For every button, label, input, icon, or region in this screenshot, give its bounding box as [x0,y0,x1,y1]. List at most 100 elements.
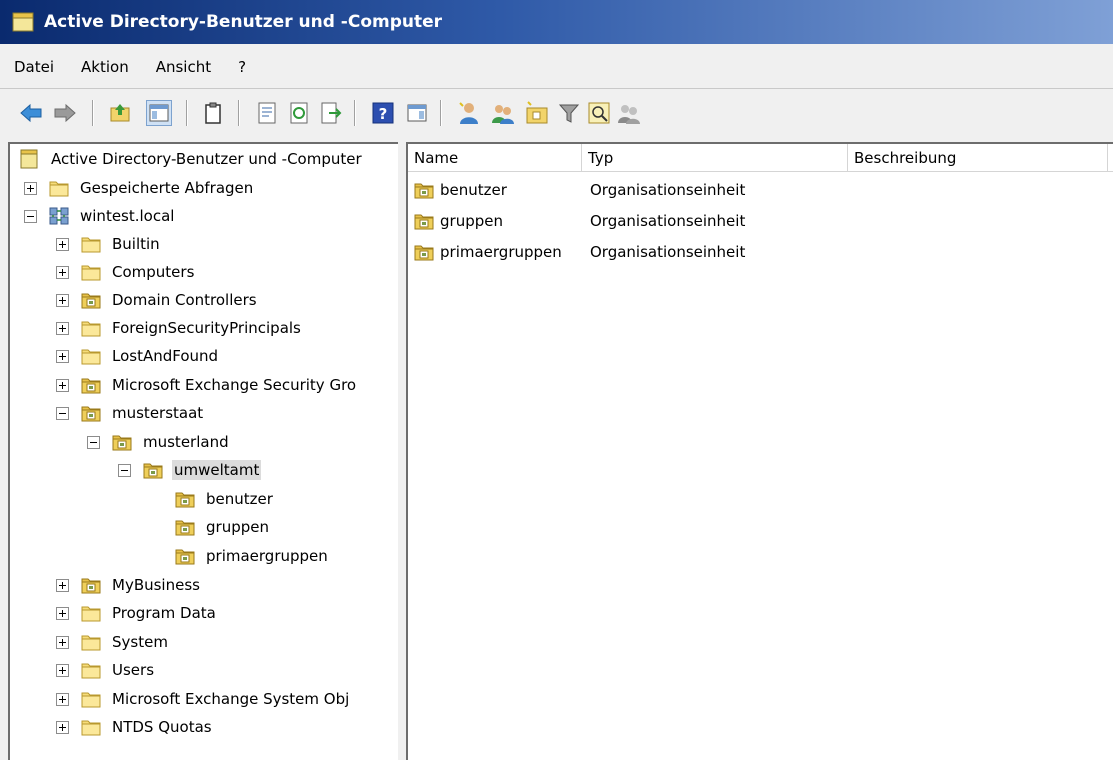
add-to-group-icon[interactable] [616,100,642,126]
column-header-type[interactable]: Typ [582,144,848,172]
tree-item-program-data[interactable]: Program Data [56,599,218,627]
toolbar-separator [238,100,240,126]
expand-icon[interactable] [56,606,69,620]
expand-icon[interactable] [24,181,37,195]
ou-icon [112,432,132,452]
tree-item-benutzer[interactable]: benutzer [175,485,275,513]
tree-item-label: Program Data [112,604,216,622]
collapse-icon[interactable] [118,463,131,477]
help-icon[interactable]: ? [370,100,396,126]
tree-item-label: Builtin [112,235,160,253]
tree-item-computers[interactable]: Computers [56,258,196,286]
refresh-icon[interactable] [286,100,312,126]
tree-item-label: benutzer [206,490,273,508]
tree-item-label: MyBusiness [112,576,200,594]
list-cell-name: benutzer [414,180,507,200]
export-list-icon[interactable] [318,100,344,126]
menu-datei[interactable]: Datei [14,58,54,76]
expand-icon[interactable] [56,321,69,335]
expand-icon[interactable] [56,237,69,251]
new-ou-icon[interactable] [524,100,550,126]
action-pane-icon[interactable] [404,100,430,126]
up-folder-icon[interactable] [108,100,134,126]
expand-icon[interactable] [56,663,69,677]
tree-item-mybusiness[interactable]: MyBusiness [56,571,202,599]
svg-text:?: ? [379,105,388,123]
tree-item-label: NTDS Quotas [112,718,212,736]
ou-icon [414,211,434,231]
collapse-icon[interactable] [56,406,69,420]
expand-icon[interactable] [56,692,69,706]
folder-icon [81,689,101,709]
console-tree[interactable]: Active Directory-Benutzer und -Computer … [8,142,398,760]
toolbar-separator [92,100,94,126]
tree-item-foreignsecurityprincipals[interactable]: ForeignSecurityPrincipals [56,314,303,342]
tree-item-microsoft-exchange-system-obj[interactable]: Microsoft Exchange System Obj [56,685,351,713]
column-header-description[interactable]: Beschreibung [848,144,1108,172]
ou-icon [175,517,195,537]
pane-splitter[interactable] [398,142,406,760]
tree-item-musterland[interactable]: musterland [87,428,231,456]
tree-item-gruppen[interactable]: gruppen [175,513,271,541]
folder-icon [81,603,101,623]
tree-item-primaergruppen[interactable]: primaergruppen [175,542,330,570]
properties-icon[interactable] [254,100,280,126]
ou-icon [81,575,101,595]
tree-item-users[interactable]: Users [56,656,156,684]
list-cell-name: gruppen [414,211,503,231]
expand-icon[interactable] [56,293,69,307]
expand-icon[interactable] [56,578,69,592]
tree-item-label: umweltamt [172,460,262,480]
back-arrow-icon[interactable] [18,100,44,126]
list-item-type: Organisationseinheit [590,180,746,199]
forward-arrow-icon[interactable] [52,100,78,126]
filter-icon[interactable] [556,100,582,126]
tree-item-domain-controllers[interactable]: Domain Controllers [56,286,259,314]
tree-item-gespeicherte-abfragen[interactable]: Gespeicherte Abfragen [24,174,255,202]
window-title: Active Directory-Benutzer und -Computer [44,12,443,32]
column-header-name[interactable]: Name [408,144,582,172]
expand-icon[interactable] [56,378,69,392]
clipboard-icon[interactable] [200,100,226,126]
details-list[interactable]: Name Typ Beschreibung benutzer Organisati… [406,142,1113,760]
menu-aktion[interactable]: Aktion [81,58,129,76]
collapse-icon[interactable] [87,435,100,449]
tree-item-label: Computers [112,263,195,281]
show-hide-console-tree-icon[interactable] [146,100,172,126]
toolbar-divider [0,88,1113,89]
expand-icon[interactable] [56,635,69,649]
tree-item-musterstaat[interactable]: musterstaat [56,399,205,427]
new-group-icon[interactable] [490,100,516,126]
tree-item-builtin[interactable]: Builtin [56,230,162,258]
tree-item-microsoft-exchange-security-gro[interactable]: Microsoft Exchange Security Gro [56,371,358,399]
ou-icon [81,375,101,395]
list-row[interactable]: benutzer Organisationseinheit [408,175,1113,204]
ou-icon [175,546,195,566]
console-root-icon [20,149,38,169]
tree-item-label: LostAndFound [112,347,219,365]
tree-item-label: Microsoft Exchange Security Gro [112,376,357,394]
tree-item-system[interactable]: System [56,628,170,656]
ou-icon [414,242,434,262]
folder-icon [49,178,69,198]
list-row[interactable]: primaergruppen Organisationseinheit [408,237,1113,266]
expand-icon[interactable] [56,265,69,279]
new-user-icon[interactable] [456,100,482,126]
expand-icon[interactable] [56,720,69,734]
expand-icon[interactable] [56,349,69,363]
list-row[interactable]: gruppen Organisationseinheit [408,206,1113,235]
tree-root[interactable]: Active Directory-Benutzer und -Computer [20,144,364,174]
tree-item-umweltamt[interactable]: umweltamt [118,456,262,484]
ou-icon [175,489,195,509]
tree-item-label: Domain Controllers [112,291,257,309]
list-item-name: benutzer [440,180,507,199]
menu-ansicht[interactable]: Ansicht [156,58,211,76]
tree-item-ntds-quotas[interactable]: NTDS Quotas [56,713,214,741]
tree-item-wintest-local[interactable]: wintest.local [24,202,176,230]
tree-item-lostandfound[interactable]: LostAndFound [56,342,220,370]
window-titlebar[interactable]: Active Directory-Benutzer und -Computer [0,0,1113,44]
find-icon[interactable] [586,100,612,126]
ou-icon [414,180,434,200]
collapse-icon[interactable] [24,209,37,223]
menu-help[interactable]: ? [238,58,246,76]
